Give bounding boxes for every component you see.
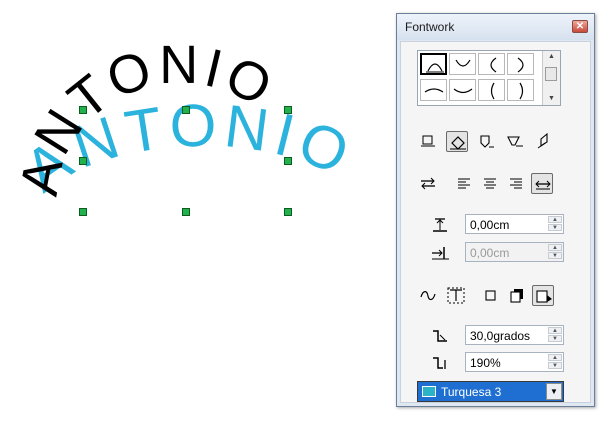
shape-lower-arc[interactable] [449,53,476,75]
shadow-angle-field[interactable]: 30,0grados ▲ ▼ [465,325,564,345]
dropdown-arrow-icon[interactable]: ▼ [546,383,562,400]
contour-button[interactable] [417,285,439,306]
upper-arc-open-icon [424,88,444,93]
shadow-size-icon [429,354,451,372]
orientation-icon [421,177,435,190]
shape-left-arc-open[interactable] [478,79,505,101]
slant-vertical-icon [537,132,548,149]
shadow-color-select[interactable]: Turquesa 3 ▼ [417,381,564,402]
text-frame-button[interactable] [445,285,467,306]
indent-icon [429,244,451,262]
shadow-off-button[interactable] [480,285,502,306]
scroll-down-icon[interactable]: ▼ [546,94,557,103]
indent-field: 0,00cm ▲ ▼ [465,242,564,262]
rotate-icon [450,136,466,150]
autosize-button[interactable] [531,173,553,194]
selection-handle-top-left[interactable] [79,106,87,114]
shadow-angle-value: 30,0grados [470,329,531,343]
shadow-vertical-icon [510,289,523,303]
align-left-button[interactable] [453,173,475,194]
gallery-scrollbar[interactable]: ▲ ▼ [542,51,560,105]
shadow-size-down-button[interactable]: ▼ [548,362,562,369]
selection-handle-middle-right[interactable] [284,157,292,165]
shadow-slant-button[interactable] [532,285,554,306]
lower-arc-open-icon [453,88,473,94]
autosize-icon [535,180,551,190]
indent-up-button: ▲ [548,244,562,251]
align-right-icon [510,178,522,189]
upright-button[interactable] [475,131,497,152]
shape-upper-arc-open[interactable] [420,79,447,101]
orientation-button[interactable] [417,173,439,194]
off-button[interactable] [417,131,439,152]
distance-value: 0,00cm [470,218,510,232]
rotate-button[interactable] [446,131,468,152]
shadow-color-label: Turquesa 3 [441,385,502,399]
distance-icon [429,216,451,234]
shadow-size-up-button[interactable]: ▲ [548,354,562,361]
shape-lower-arc-open[interactable] [449,79,476,101]
slant-vertical-button[interactable] [533,131,555,152]
upright-icon [480,135,494,148]
selection-handle-middle-left[interactable] [79,157,87,165]
left-arc-open-icon [490,82,495,100]
indent-down-button: ▼ [548,252,562,259]
fontwork-object[interactable]: ANTONIO ANTONIO [0,0,395,429]
distance-down-button[interactable]: ▼ [548,224,562,231]
left-arc-icon [490,57,497,73]
shape-left-arc[interactable] [478,53,505,75]
shape-right-arc[interactable] [507,53,534,75]
color-swatch [422,386,436,397]
shadow-angle-icon [429,327,451,345]
right-arc-icon [517,57,524,73]
selection-handle-top-center[interactable] [182,106,190,114]
shadow-off-icon [485,290,496,301]
slant-horizontal-button[interactable] [504,131,526,152]
indent-value: 0,00cm [470,246,510,260]
fontwork-window: Fontwork ✕ ▲ ▼ 0,00cm ▲ ▼ 0,00cm ▲ ▼ 30,… [396,13,595,407]
shadow-angle-up-button[interactable]: ▲ [548,327,562,334]
scroll-thumb[interactable] [545,67,557,81]
align-center-button[interactable] [479,173,501,194]
distance-up-button[interactable]: ▲ [548,216,562,223]
align-center-icon [484,178,496,189]
slant-horizontal-icon [507,136,523,147]
window-title: Fontwork [405,20,455,34]
close-button[interactable]: ✕ [572,20,588,33]
drawing-canvas[interactable]: ANTONIO ANTONIO [0,0,395,429]
shape-gallery: ▲ ▼ [417,50,561,106]
scroll-up-icon[interactable]: ▲ [546,52,557,61]
upper-arc-icon [426,63,444,73]
right-arc-open-icon [519,82,524,100]
shadow-vertical-button[interactable] [506,285,528,306]
shape-right-arc-open[interactable] [507,79,534,101]
window-titlebar[interactable]: Fontwork ✕ [397,14,594,40]
shadow-size-field[interactable]: 190% ▲ ▼ [465,352,564,372]
contour-icon [420,291,436,301]
distance-field[interactable]: 0,00cm ▲ ▼ [465,214,564,234]
selection-handle-bottom-center[interactable] [182,208,190,216]
shape-upper-arc[interactable] [420,53,447,75]
align-right-button[interactable] [505,173,527,194]
fontwork-panel: ▲ ▼ 0,00cm ▲ ▼ 0,00cm ▲ ▼ 30,0grados ▲ ▼… [400,41,591,403]
shadow-slant-icon [536,290,552,303]
shadow-size-value: 190% [470,356,501,370]
selection-handle-bottom-left[interactable] [79,208,87,216]
off-icon [421,135,435,147]
text-frame-icon [447,287,465,304]
shadow-angle-down-button[interactable]: ▼ [548,335,562,342]
lower-arc-icon [455,59,471,67]
selection-handle-top-right[interactable] [284,106,292,114]
align-left-icon [458,178,470,189]
selection-handle-bottom-right[interactable] [284,208,292,216]
